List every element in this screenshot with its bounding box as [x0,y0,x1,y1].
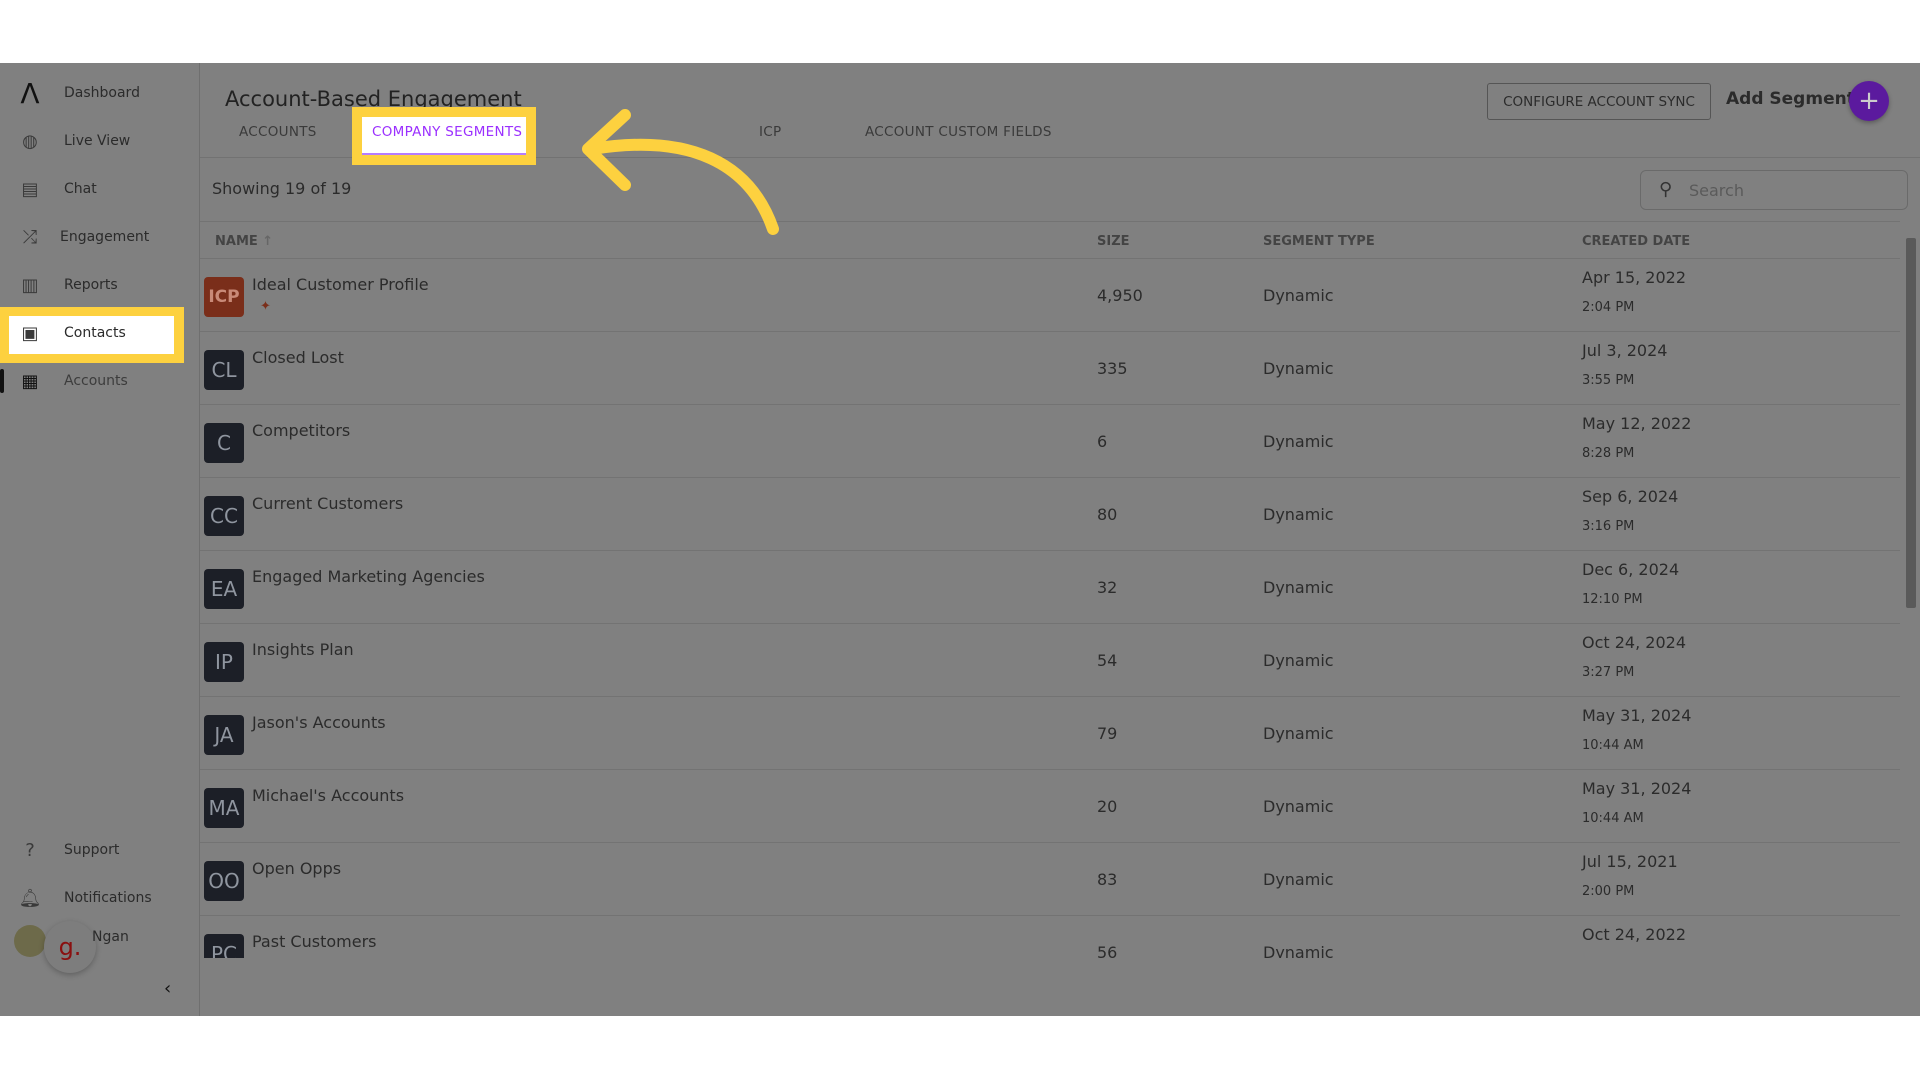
segment-type: Dynamic [1263,578,1334,597]
created-date: Apr 15, 2022 [1582,268,1687,287]
sparkle-icon: ✦ [260,299,271,314]
segment-name[interactable]: Michael's Accounts [252,786,404,805]
segment-type: Dynamic [1263,359,1334,378]
configure-account-sync-button[interactable]: CONFIGURE ACCOUNT SYNC [1487,83,1711,120]
tab-account-custom-fields[interactable]: ACCOUNT CUSTOM FIELDS [865,124,1052,140]
segment-name[interactable]: Engaged Marketing Agencies [252,567,485,586]
add-segment-button[interactable]: + [1849,81,1889,121]
table-body: ICP Ideal Customer Profile ✦ 4,950 Dynam… [0,259,1920,958]
column-segment-type[interactable]: SEGMENT TYPE [1263,234,1375,249]
column-size[interactable]: SIZE [1097,234,1130,249]
annotation-arrow-icon [582,109,779,235]
segment-avatar: EA [204,569,244,609]
created-date: May 31, 2024 [1582,706,1692,725]
table-row[interactable]: CC Current Customers 80 Dynamic Sep 6, 2… [200,478,1900,551]
table-row[interactable]: OO Open Opps 83 Dynamic Jul 15, 2021 2:0… [200,843,1900,916]
segment-size: 32 [1097,578,1118,597]
segment-name[interactable]: Competitors [252,421,350,440]
segment-type: Dynamic [1263,505,1334,524]
table-row[interactable]: MA Michael's Accounts 20 Dynamic May 31,… [200,770,1900,843]
segment-name[interactable]: Closed Lost [252,348,344,367]
segment-name[interactable]: Current Customers [252,494,403,513]
segment-size: 6 [1097,432,1108,451]
created-time: 10:44 AM [1582,811,1644,826]
sort-arrow-icon: ↑ [262,234,274,249]
segment-type: Dynamic [1263,432,1334,451]
search-input[interactable]: ⚲ Search [1640,170,1908,210]
segment-size: 4,950 [1097,286,1143,305]
table-row[interactable]: C Competitors 6 Dynamic May 12, 2022 8:2… [200,405,1900,478]
segment-size: 54 [1097,651,1118,670]
segment-size: 56 [1097,943,1118,958]
segment-name[interactable]: Ideal Customer Profile [252,275,429,294]
segment-size: 20 [1097,797,1118,816]
created-date: Dec 6, 2024 [1582,560,1680,579]
segment-name[interactable]: Past Customers [252,932,376,951]
created-time: 8:28 PM [1582,446,1635,461]
column-name[interactable]: NAME ↑ [215,234,273,249]
segment-name[interactable]: Insights Plan [252,640,354,659]
segment-size: 335 [1097,359,1128,378]
created-time: 3:27 PM [1582,665,1635,680]
table-row[interactable]: PC Past Customers 56 Dynamic Oct 24, 202… [200,916,1900,958]
segment-avatar: CL [204,350,244,390]
segment-size: 79 [1097,724,1118,743]
segment-avatar: IP [204,642,244,682]
created-date: Jul 3, 2024 [1582,341,1668,360]
created-date: Oct 24, 2022 [1582,925,1686,944]
segment-type: Dynamic [1263,286,1334,305]
created-date: Oct 24, 2024 [1582,633,1686,652]
add-segment-label[interactable]: Add Segment [1726,89,1855,109]
created-time: 2:04 PM [1582,300,1635,315]
table-row[interactable]: CL Closed Lost 335 Dynamic Jul 3, 2024 3… [200,332,1900,405]
segment-avatar: CC [204,496,244,536]
segment-name[interactable]: Open Opps [252,859,341,878]
created-time: 3:55 PM [1582,373,1635,388]
segment-avatar: C [204,423,244,463]
tab-accounts[interactable]: ACCOUNTS [239,124,317,140]
sidebar-item-chat[interactable]: ▤ Chat [0,169,200,209]
segment-size: 83 [1097,870,1118,889]
segment-type: Dynamic [1263,724,1334,743]
logo-icon: Λ [20,76,40,110]
created-time: 3:16 PM [1582,519,1635,534]
segment-size: 80 [1097,505,1118,524]
table-row[interactable]: ICP Ideal Customer Profile ✦ 4,950 Dynam… [200,259,1900,332]
segment-avatar: ICP [204,277,244,317]
sidebar-item-live-view[interactable]: ◍ Live View [0,121,200,161]
scrollbar-thumb[interactable] [1906,238,1916,608]
search-icon: ⚲ [1659,179,1673,200]
segment-avatar: MA [204,788,244,828]
app: Λ Dashboard ◍ Live View ▤ Chat ⤮ Engagement … [0,63,1920,1016]
chat-icon: ▤ [21,178,39,200]
sidebar-item-engagement[interactable]: ⤮ Engagement [0,217,200,257]
segment-type: Dynamic [1263,943,1334,958]
segment-avatar: PC [204,934,244,958]
engagement-icon: ⤮ [22,226,38,248]
segment-type: Dynamic [1263,797,1334,816]
created-time: 2:00 PM [1582,884,1635,899]
showing-count: Showing 19 of 19 [212,179,352,198]
created-time: 12:10 PM [1582,592,1643,607]
live-view-icon: ◍ [22,130,38,152]
segment-name[interactable]: Jason's Accounts [252,713,386,732]
segment-type: Dynamic [1263,651,1334,670]
segment-type: Dynamic [1263,870,1334,889]
segment-avatar: OO [204,861,244,901]
segment-avatar: JA [204,715,244,755]
sidebar-item-dashboard[interactable]: Λ Dashboard [0,73,200,113]
created-date: May 12, 2022 [1582,414,1692,433]
created-date: May 31, 2024 [1582,779,1692,798]
table-row[interactable]: IP Insights Plan 54 Dynamic Oct 24, 2024… [200,624,1900,697]
tab-company-segments[interactable]: COMPANY SEGMENTS [372,124,522,140]
table-row[interactable]: JA Jason's Accounts 79 Dynamic May 31, 2… [200,697,1900,770]
collapse-chevron-icon[interactable]: ‹ [164,978,171,999]
created-time: 10:44 AM [1582,738,1644,753]
table-row[interactable]: EA Engaged Marketing Agencies 32 Dynamic… [200,551,1900,624]
created-date: Jul 15, 2021 [1582,852,1678,871]
column-created-date[interactable]: CREATED DATE [1582,234,1690,249]
created-date: Sep 6, 2024 [1582,487,1679,506]
